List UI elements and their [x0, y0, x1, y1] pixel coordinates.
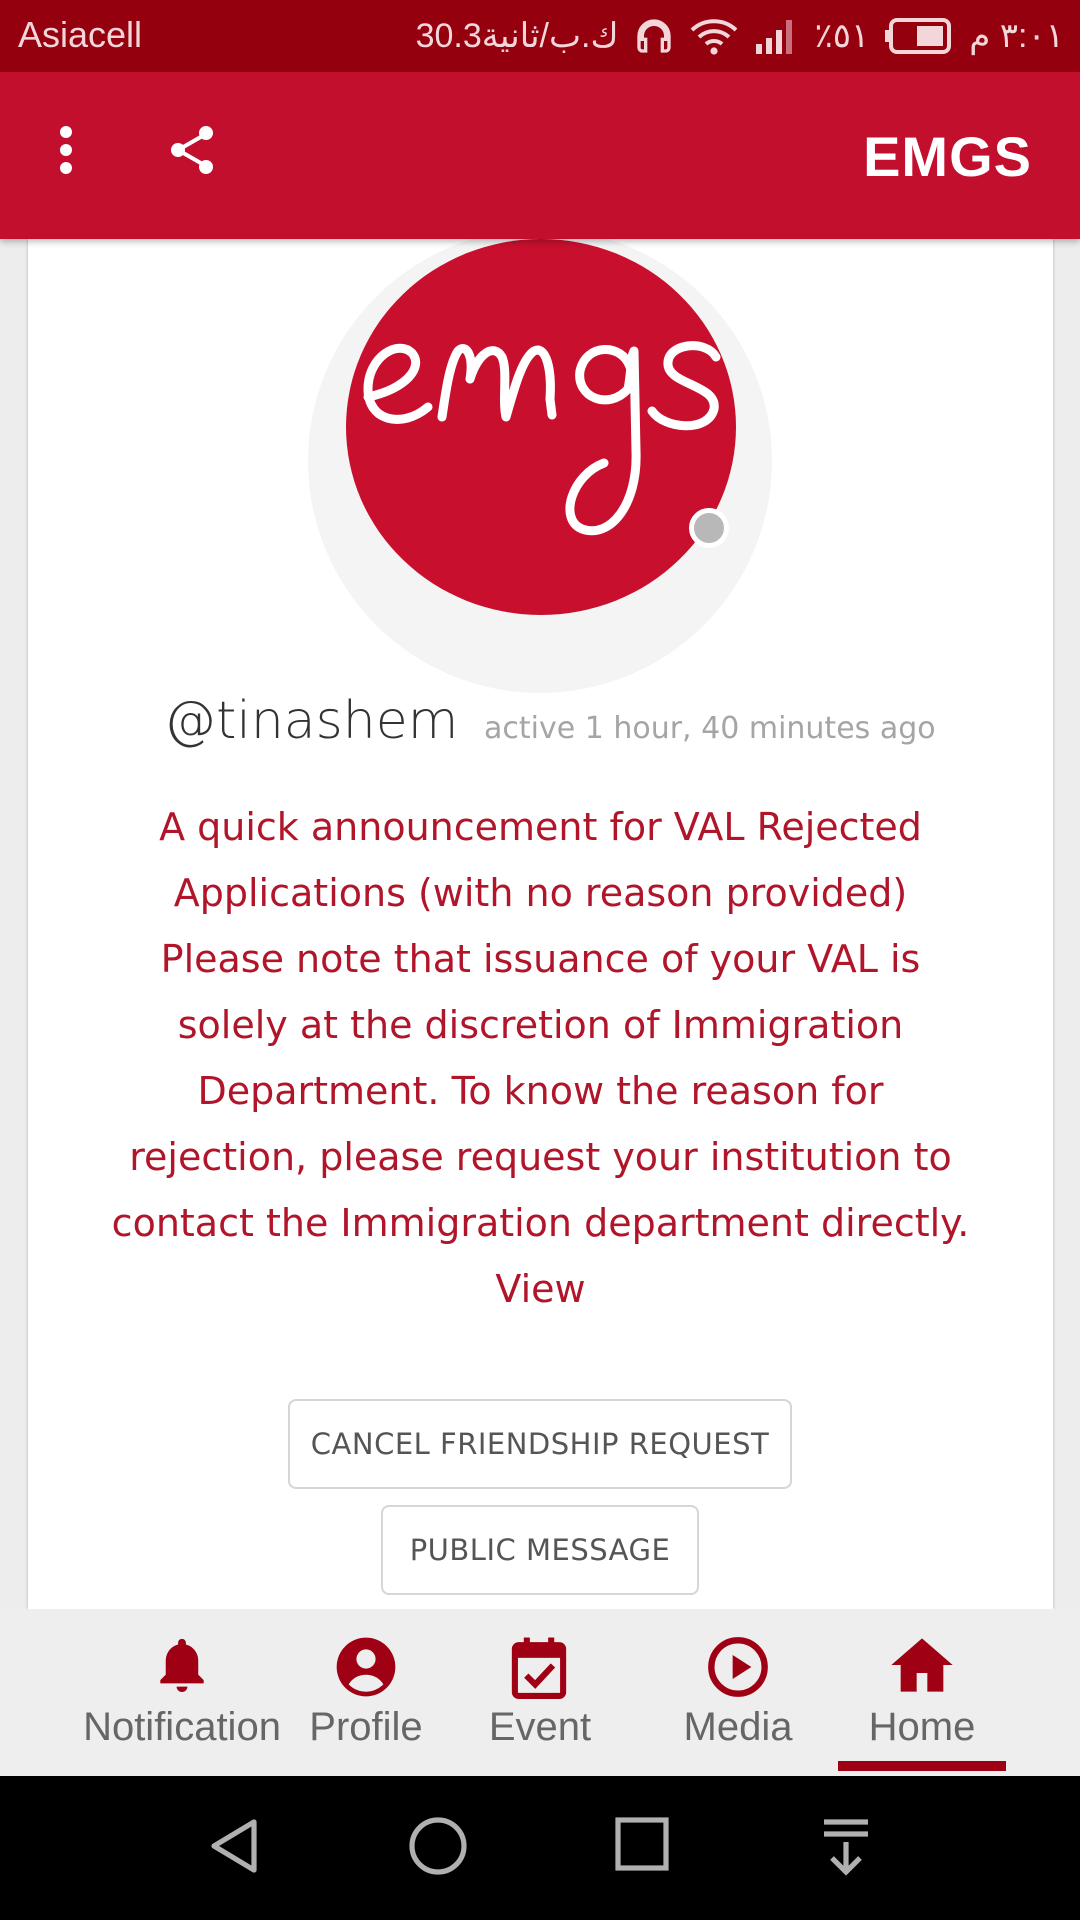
system-nav-bar: [0, 1776, 1080, 1920]
recents-icon[interactable]: [614, 1816, 670, 1872]
nav-item-event[interactable]: Event: [470, 1609, 610, 1776]
network-speed: 30.3ك.ب/ثانية: [415, 17, 619, 55]
nav-label-event: Event: [488, 1705, 592, 1749]
calendar-check-icon: [511, 1637, 567, 1699]
online-status-dot: [689, 508, 729, 548]
nav-label-profile: Profile: [309, 1705, 423, 1749]
bell-icon: [160, 1638, 204, 1692]
signal-icon: [754, 16, 798, 56]
clock: ٣:٠١ م: [969, 17, 1064, 55]
avatar[interactable]: [346, 239, 736, 615]
battery-icon: [885, 18, 953, 54]
account-circle-icon: [336, 1637, 396, 1697]
app-title: EMGS: [863, 125, 1032, 188]
cancel-friendship-request-button[interactable]: CANCEL FRIENDSHIP REQUEST: [288, 1399, 792, 1489]
app-bar: EMGS: [0, 72, 1080, 239]
play-circle-icon: [708, 1637, 768, 1697]
nav-label-media: Media: [683, 1705, 793, 1749]
nav-item-notification[interactable]: Notification: [72, 1609, 292, 1776]
announcement-text[interactable]: A quick announcement for VAL Rejected Ap…: [108, 794, 973, 1322]
notification-pull-icon[interactable]: [818, 1816, 874, 1876]
home-icon: [891, 1638, 953, 1692]
home-circle-icon[interactable]: [408, 1816, 468, 1876]
username: @tinashem: [164, 691, 459, 751]
nav-label-home: Home: [868, 1705, 976, 1749]
public-message-button[interactable]: PUBLIC MESSAGE: [381, 1505, 699, 1595]
overflow-menu-icon[interactable]: [42, 118, 90, 182]
last-active-text: active 1 hour, 40 minutes ago: [484, 711, 936, 746]
emgs-logo: [363, 341, 721, 536]
status-indicators: 30.3ك.ب/ثانية ٪٥١ ٣:٠١ م: [416, 12, 1064, 60]
wifi-icon: [690, 16, 738, 56]
nav-item-media[interactable]: Media: [668, 1609, 808, 1776]
share-icon[interactable]: [164, 118, 220, 182]
nav-item-home[interactable]: Home: [852, 1609, 992, 1776]
back-icon[interactable]: [206, 1816, 262, 1876]
carrier-name: Asiacell: [18, 14, 143, 55]
battery-percent: ٪٥١: [814, 17, 870, 55]
nav-item-profile[interactable]: Profile: [296, 1609, 436, 1776]
nav-label-notification: Notification: [83, 1705, 281, 1749]
headphones-icon: [634, 16, 674, 56]
profile-card: @tinashem active 1 hour, 40 minutes ago …: [28, 239, 1053, 1609]
bottom-nav: Notification Profile Event Media Home: [0, 1609, 1080, 1776]
status-bar: Asiacell 30.3ك.ب/ثانية ٪٥١ ٣:٠١ م: [0, 0, 1080, 72]
active-tab-indicator: [838, 1761, 1006, 1771]
